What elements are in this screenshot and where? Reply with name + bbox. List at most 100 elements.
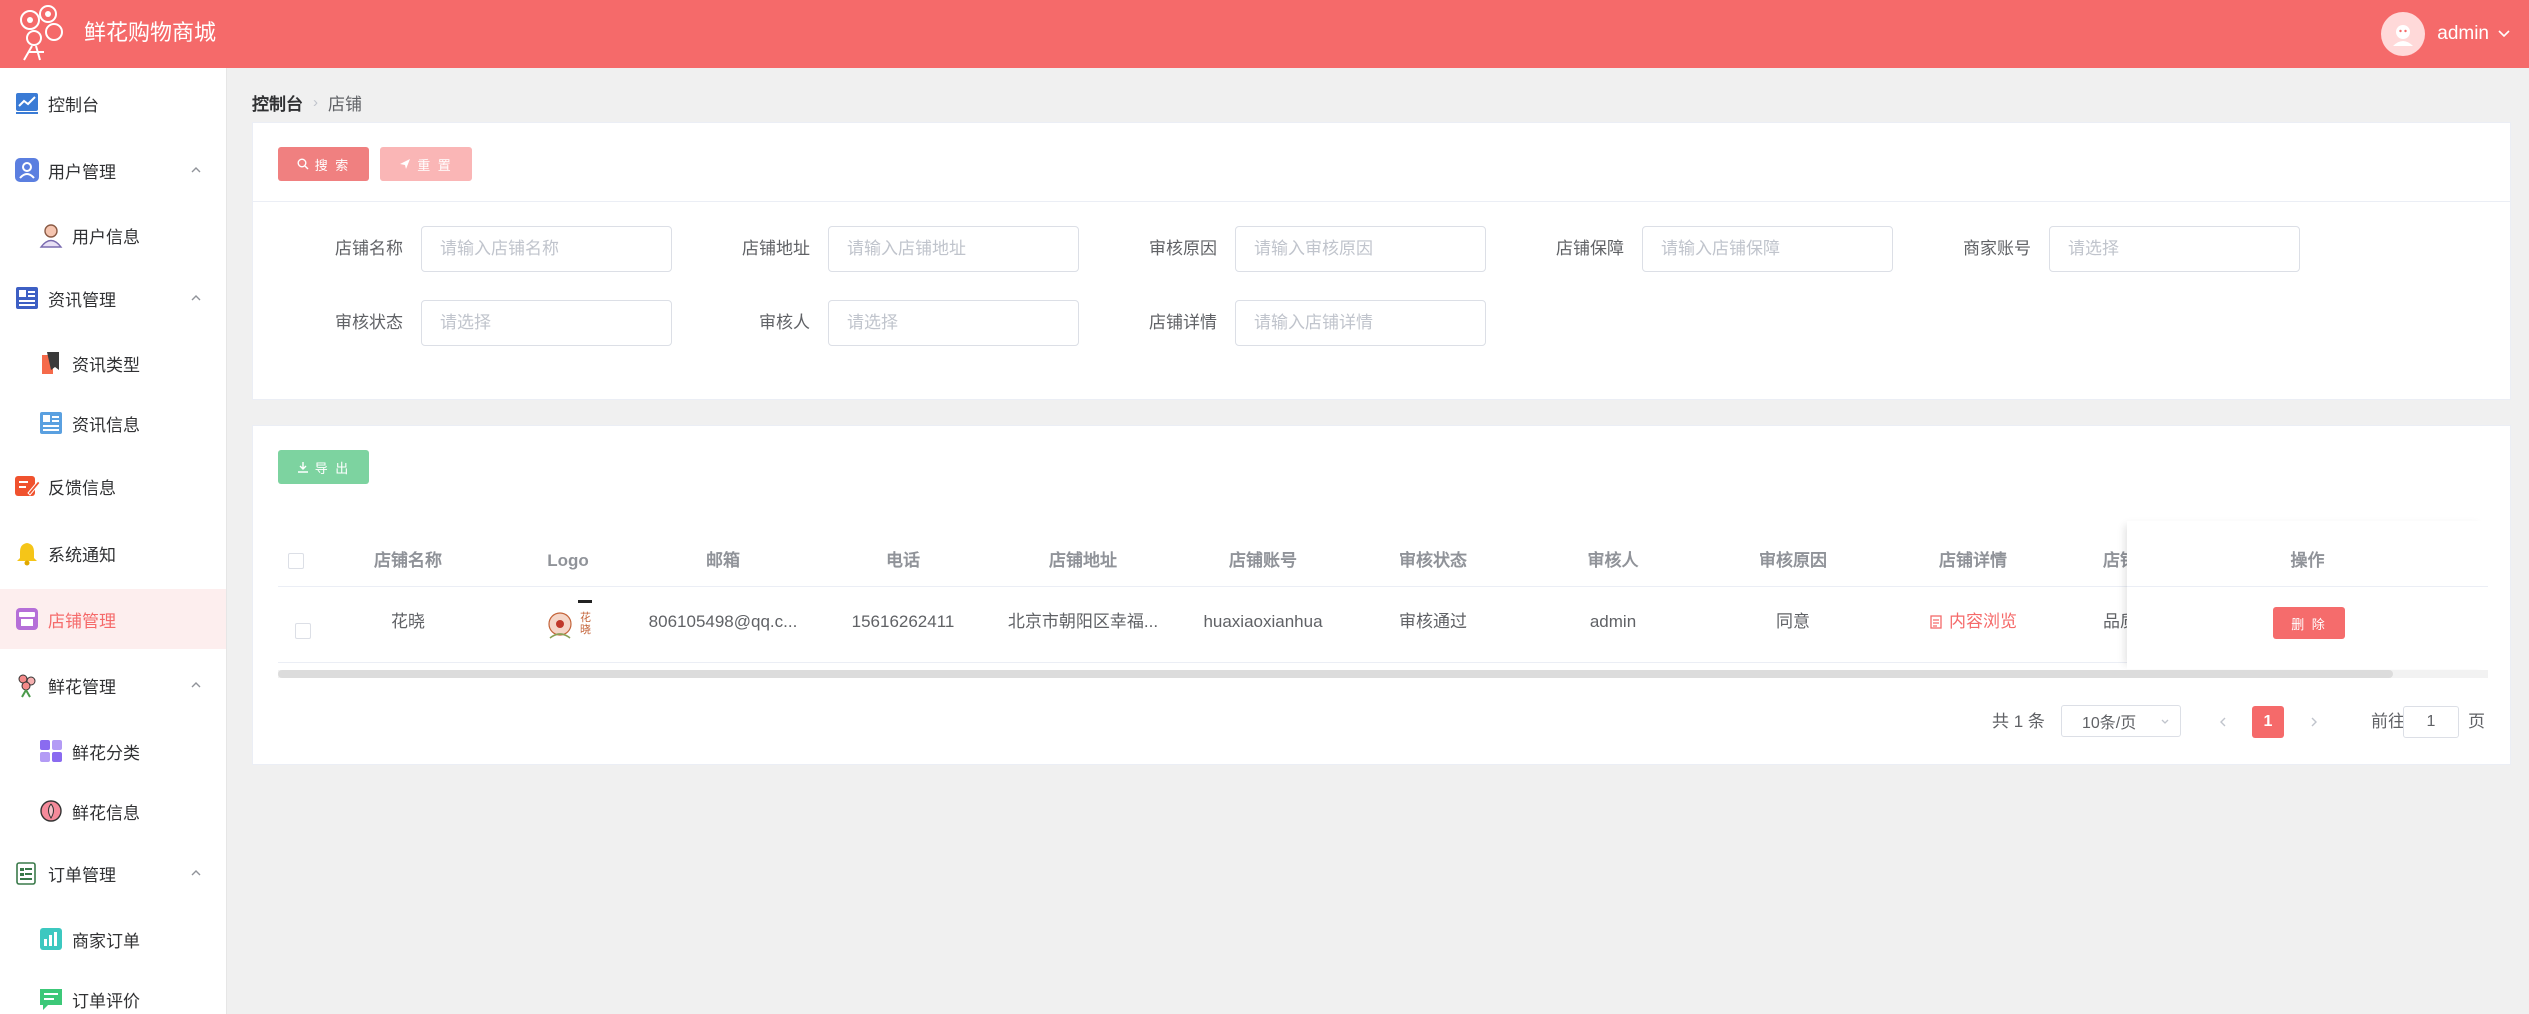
- sidebar-item-label: 资讯管理: [48, 290, 116, 310]
- shop-guarantee-input[interactable]: [1642, 226, 1893, 272]
- sidebar-item-news-info[interactable]: 资讯信息: [0, 393, 226, 453]
- breadcrumb: 控制台 › 店铺: [252, 90, 362, 114]
- goto-suffix: 页: [2468, 712, 2485, 731]
- sidebar-item-user-management[interactable]: 用户管理: [0, 140, 226, 200]
- reset-button[interactable]: 重 置: [380, 147, 472, 181]
- user-profile-icon: [39, 224, 63, 248]
- sidebar: 控制台 用户管理 用户信息 资讯管理 资讯类型 资讯信息 反馈信息 系统通知 店…: [0, 68, 227, 1014]
- shop-address-label: 店铺地址: [742, 239, 810, 258]
- export-button[interactable]: 导 出: [278, 450, 369, 484]
- newspaper-icon: [40, 412, 62, 434]
- next-page-button[interactable]: [2298, 706, 2330, 738]
- sidebar-item-news-type[interactable]: 资讯类型: [0, 333, 226, 393]
- cell-shop-name: 花晓: [391, 612, 425, 631]
- bell-icon: [17, 543, 37, 566]
- shop-address-input[interactable]: [828, 226, 1079, 272]
- page-number-button[interactable]: 1: [2252, 706, 2284, 738]
- username[interactable]: admin: [2437, 23, 2489, 45]
- sidebar-item-flower-management[interactable]: 鲜花管理: [0, 655, 226, 715]
- delete-button[interactable]: 删 除: [2273, 607, 2345, 639]
- column-header[interactable]: 店铺名称: [338, 546, 478, 576]
- store-icon: [16, 608, 38, 630]
- goto-page-input[interactable]: [2403, 706, 2459, 738]
- shop-name-label: 店铺名称: [335, 239, 403, 258]
- shop-detail-input[interactable]: [1235, 300, 1486, 346]
- column-header: 店铺地址: [1049, 551, 1117, 570]
- user-group-icon: [15, 158, 39, 182]
- sidebar-item-label: 订单评价: [72, 991, 140, 1011]
- feedback-edit-icon: [15, 476, 40, 496]
- chevron-left-icon: [2220, 717, 2226, 727]
- logo-text: 花晓: [580, 611, 591, 636]
- sidebar-item-flower-info[interactable]: 鲜花信息: [0, 781, 226, 841]
- column-header: 审核原因: [1759, 551, 1827, 570]
- column-header: 审核状态: [1399, 551, 1467, 570]
- prev-page-button[interactable]: [2207, 706, 2239, 738]
- shop-guarantee-label: 店铺保障: [1556, 239, 1624, 258]
- sidebar-item-news-management[interactable]: 资讯管理: [0, 268, 226, 328]
- sidebar-item-shop-management[interactable]: 店铺管理: [0, 589, 226, 649]
- merchant-account-select[interactable]: [2049, 226, 2300, 272]
- newspaper-icon: [16, 287, 38, 309]
- breadcrumb-home[interactable]: 控制台: [252, 90, 303, 115]
- sidebar-item-notification[interactable]: 系统通知: [0, 523, 226, 583]
- view-detail-label: 内容浏览: [1949, 612, 2017, 631]
- flower-icon: [18, 674, 36, 698]
- sidebar-item-flower-category[interactable]: 鲜花分类: [0, 721, 226, 781]
- rose-icon: [40, 800, 62, 822]
- chevron-down-icon[interactable]: [2497, 27, 2511, 41]
- column-header-actions: 操作: [2290, 551, 2325, 570]
- auditor-select[interactable]: [828, 300, 1079, 346]
- page-size-value: 10条/页: [2082, 715, 2137, 732]
- scrollbar-thumb[interactable]: [278, 670, 2393, 678]
- sidebar-item-label: 控制台: [48, 95, 99, 115]
- sidebar-item-label: 资讯类型: [72, 355, 140, 375]
- sidebar-item-label: 订单管理: [48, 865, 116, 885]
- chevron-up-icon: [191, 682, 201, 688]
- sidebar-item-order-reviews[interactable]: 订单评价: [0, 969, 226, 1014]
- category-grid-icon: [40, 740, 62, 762]
- sidebar-item-user-info[interactable]: 用户信息: [0, 205, 226, 265]
- select-all-checkbox[interactable]: [288, 553, 304, 569]
- cell-email: 806105498@qq.c...: [648, 612, 798, 631]
- column-header: 审核人: [1587, 551, 1639, 570]
- sidebar-item-order-management[interactable]: 订单管理: [0, 843, 226, 903]
- search-button[interactable]: 搜 索: [278, 147, 369, 181]
- divider: [2127, 586, 2488, 587]
- cell-reason: 同意: [1776, 612, 1810, 631]
- top-header: 鲜花购物商城 admin: [0, 0, 2529, 68]
- bookmark-icon: [42, 352, 59, 374]
- sidebar-item-label: 鲜花信息: [72, 803, 140, 823]
- user-menu[interactable]: admin: [2381, 12, 2511, 56]
- document-icon: [1930, 615, 1942, 629]
- search-button-label: 搜 索: [314, 157, 351, 173]
- search-icon: [297, 158, 309, 170]
- goto-prefix: 前往: [2371, 712, 2405, 731]
- comment-icon: [40, 989, 62, 1010]
- cell-address: 北京市朝阳区幸福...: [1007, 612, 1159, 631]
- shop-name-input[interactable]: [421, 226, 672, 272]
- column-header: 店铺详情: [1939, 551, 2007, 570]
- pagination-total: 共 1 条: [1992, 712, 2045, 731]
- cell-phone: 15616262411: [851, 612, 955, 631]
- sidebar-item-feedback[interactable]: 反馈信息: [0, 456, 226, 516]
- sidebar-item-dashboard[interactable]: 控制台: [0, 73, 226, 133]
- download-icon: [297, 462, 308, 473]
- actions-column: 操作 删 除: [2127, 521, 2488, 669]
- page-size-select[interactable]: 10条/页: [2061, 705, 2181, 737]
- sidebar-item-merchant-orders[interactable]: 商家订单: [0, 909, 226, 969]
- sidebar-item-label: 反馈信息: [48, 478, 116, 498]
- chevron-up-icon: [191, 167, 201, 173]
- user-avatar-icon: [2393, 25, 2414, 46]
- sidebar-item-label: 商家订单: [72, 931, 140, 951]
- audit-status-select[interactable]: [421, 300, 672, 346]
- sidebar-item-label: 用户管理: [48, 162, 116, 182]
- sidebar-item-label: 系统通知: [48, 545, 116, 565]
- audit-reason-input[interactable]: [1235, 226, 1486, 272]
- view-detail-link[interactable]: 内容浏览: [1878, 607, 2068, 637]
- chevron-down-icon: [2161, 719, 2169, 724]
- avatar[interactable]: [2381, 12, 2426, 56]
- chevron-right-icon: [2311, 717, 2317, 727]
- column-header: 邮箱: [706, 551, 740, 570]
- row-checkbox[interactable]: [295, 623, 311, 639]
